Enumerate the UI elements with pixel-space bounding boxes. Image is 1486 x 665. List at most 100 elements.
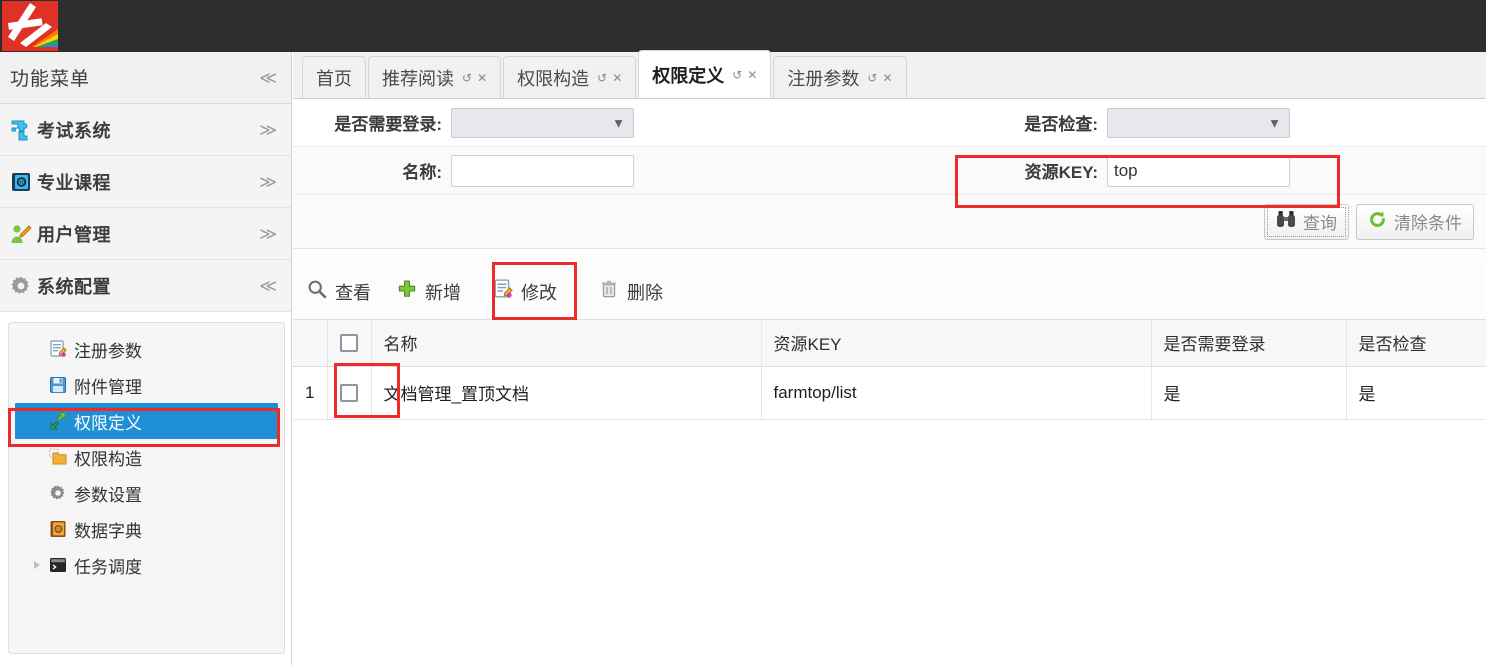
chevron-down-icon: ▼ — [612, 115, 625, 130]
sidebar-group-label: 考试系统 — [37, 120, 111, 141]
row-need-login: 是 — [1151, 366, 1347, 420]
table-head: 名称 资源KEY 是否需要登录 是否检查 — [293, 320, 1486, 367]
action-label: 删除 — [627, 282, 663, 303]
refresh-icon[interactable]: ↺ — [867, 72, 877, 84]
filter-button-row: 查询 清除条件 — [293, 195, 1486, 249]
check-select[interactable]: ▼ — [1107, 107, 1290, 138]
sidebar-group-user-management[interactable]: 用户管理 ≫ — [0, 208, 291, 260]
resource-key-input[interactable] — [1107, 154, 1290, 187]
header-index — [293, 320, 328, 367]
sidebar-item-task-schedule[interactable]: 任务调度 — [9, 547, 284, 583]
svg-text:@: @ — [18, 180, 25, 187]
tab-label: 推荐阅读 — [382, 68, 454, 89]
plus-green-icon — [397, 279, 417, 304]
tab-permission-definition[interactable]: 权限定义 ↺ ✕ — [638, 50, 772, 98]
sidebar: 功能菜单 ≪ 考试系统 ≫ @ 专业课程 ≫ 用户管理 ≫ 系统配置 ≪ 注册参… — [0, 52, 292, 665]
field-need-login: 是否需要登录: ▼ — [303, 107, 634, 138]
sidebar-item-label: 附件管理 — [74, 377, 142, 397]
table-body: 1 文档管理_置顶文档 farmtop/list 是 是 — [293, 366, 1486, 420]
clear-conditions-button[interactable]: 清除条件 — [1356, 203, 1474, 240]
modify-action[interactable]: 修改 — [493, 279, 557, 305]
table-row[interactable]: 1 文档管理_置顶文档 farmtop/list 是 是 — [293, 366, 1486, 420]
table-header-row: 名称 资源KEY 是否需要登录 是否检查 — [293, 320, 1486, 367]
permissions-table: 名称 资源KEY 是否需要登录 是否检查 1 文档管理_置顶文档 farmtop… — [293, 320, 1486, 420]
expander-triangle-icon[interactable] — [34, 561, 40, 569]
tab-permission-construct[interactable]: 权限构造 ↺ ✕ — [503, 56, 637, 98]
field-label: 资源KEY: — [1024, 163, 1098, 182]
close-icon[interactable]: ✕ — [477, 72, 487, 84]
need-login-select[interactable]: ▼ — [451, 107, 634, 138]
tab-register-params[interactable]: 注册参数 ↺ ✕ — [773, 56, 907, 98]
close-icon[interactable]: ✕ — [747, 69, 757, 81]
filter-row-1: 是否需要登录: ▼ 是否检查: ▼ — [293, 99, 1486, 147]
chevron-double-left-icon[interactable]: ≪ — [259, 69, 277, 86]
book-icon: @ — [10, 171, 32, 193]
header-resource-key[interactable]: 资源KEY — [761, 320, 1152, 367]
gear-icon — [10, 275, 32, 297]
app-header-bar — [0, 0, 1486, 52]
sidebar-item-register-params[interactable]: 注册参数 — [9, 331, 284, 367]
action-label: 修改 — [521, 282, 557, 303]
sidebar-item-attachment-management[interactable]: 附件管理 — [9, 367, 284, 403]
button-label: 清除条件 — [1394, 214, 1462, 233]
chevron-double-down-icon[interactable]: ≫ — [259, 121, 277, 138]
header-select-all[interactable] — [327, 320, 372, 367]
close-icon[interactable]: ✕ — [612, 72, 622, 84]
sidebar-group-system-config[interactable]: 系统配置 ≪ — [0, 260, 291, 312]
refresh-icon[interactable]: ↺ — [462, 72, 472, 84]
data-grid: 名称 资源KEY 是否需要登录 是否检查 1 文档管理_置顶文档 farmtop… — [293, 320, 1486, 665]
form-edit-icon — [49, 340, 67, 358]
sidebar-item-label: 参数设置 — [74, 485, 142, 505]
header-check[interactable]: 是否检查 — [1346, 320, 1486, 367]
magnifier-icon — [307, 279, 327, 304]
filter-row-2: 名称: 资源KEY: — [293, 147, 1486, 195]
add-action[interactable]: 新增 — [397, 279, 461, 305]
field-label: 名称: — [402, 163, 442, 182]
action-label: 查看 — [335, 282, 371, 303]
sidebar-item-permission-construct[interactable]: 权限构造 — [9, 439, 284, 475]
sidebar-group-exam-system[interactable]: 考试系统 ≫ — [0, 104, 291, 156]
row-resource-key: farmtop/list — [761, 366, 1152, 420]
close-icon[interactable]: ✕ — [882, 72, 892, 84]
binoculars-icon — [1276, 210, 1296, 233]
sidebar-group-label: 专业课程 — [37, 172, 111, 193]
field-resource-key: 资源KEY: — [987, 154, 1290, 187]
sidebar-item-label: 权限构造 — [74, 449, 142, 469]
header-need-login[interactable]: 是否需要登录 — [1151, 320, 1347, 367]
chevron-double-down-icon[interactable]: ≫ — [259, 173, 277, 190]
user-edit-icon — [10, 223, 32, 245]
app-logo-icon[interactable] — [2, 1, 58, 51]
query-button[interactable]: 查询 — [1264, 203, 1349, 240]
refresh-icon[interactable]: ↺ — [597, 72, 607, 84]
tab-recommended-reading[interactable]: 推荐阅读 ↺ ✕ — [368, 56, 502, 98]
view-action[interactable]: 查看 — [307, 279, 371, 305]
row-select[interactable] — [327, 366, 372, 420]
name-input[interactable] — [451, 154, 634, 187]
sidebar-item-label: 任务调度 — [74, 557, 142, 577]
refresh-green-icon — [1368, 210, 1387, 234]
tab-bar: 首页 推荐阅读 ↺ ✕ 权限构造 ↺ ✕ 权限定义 ↺ ✕ 注册参数 ↺ ✕ — [293, 50, 1486, 99]
action-toolbar: 查看 新增 修改 删除 — [293, 264, 1486, 320]
refresh-icon[interactable]: ↺ — [732, 69, 742, 81]
tab-home[interactable]: 首页 — [302, 56, 366, 98]
checkbox-icon[interactable] — [339, 384, 358, 403]
puzzle-icon — [10, 119, 32, 141]
delete-action[interactable]: 删除 — [599, 279, 663, 305]
sidebar-group-major-courses[interactable]: @ 专业课程 ≫ — [0, 156, 291, 208]
trash-icon — [599, 279, 619, 304]
chevron-down-icon: ▼ — [1268, 115, 1281, 130]
sidebar-item-data-dictionary[interactable]: @ 数据字典 — [9, 511, 284, 547]
sidebar-item-permission-definition[interactable]: 权限定义 — [15, 403, 278, 439]
checkbox-icon[interactable] — [339, 334, 358, 353]
row-name: 文档管理_置顶文档 — [371, 366, 762, 420]
chevron-double-up-icon[interactable]: ≪ — [259, 277, 277, 294]
header-name[interactable]: 名称 — [371, 320, 762, 367]
main-content: 首页 推荐阅读 ↺ ✕ 权限构造 ↺ ✕ 权限定义 ↺ ✕ 注册参数 ↺ ✕ 是… — [293, 50, 1486, 665]
orange-book-icon: @ — [49, 520, 67, 538]
button-label: 查询 — [1303, 214, 1337, 233]
field-label: 是否检查: — [1024, 115, 1098, 134]
app-logo-mark — [2, 1, 58, 51]
sidebar-item-param-settings[interactable]: 参数设置 — [9, 475, 284, 511]
chevron-double-down-icon[interactable]: ≫ — [259, 225, 277, 242]
sidebar-group-label: 用户管理 — [37, 224, 111, 245]
